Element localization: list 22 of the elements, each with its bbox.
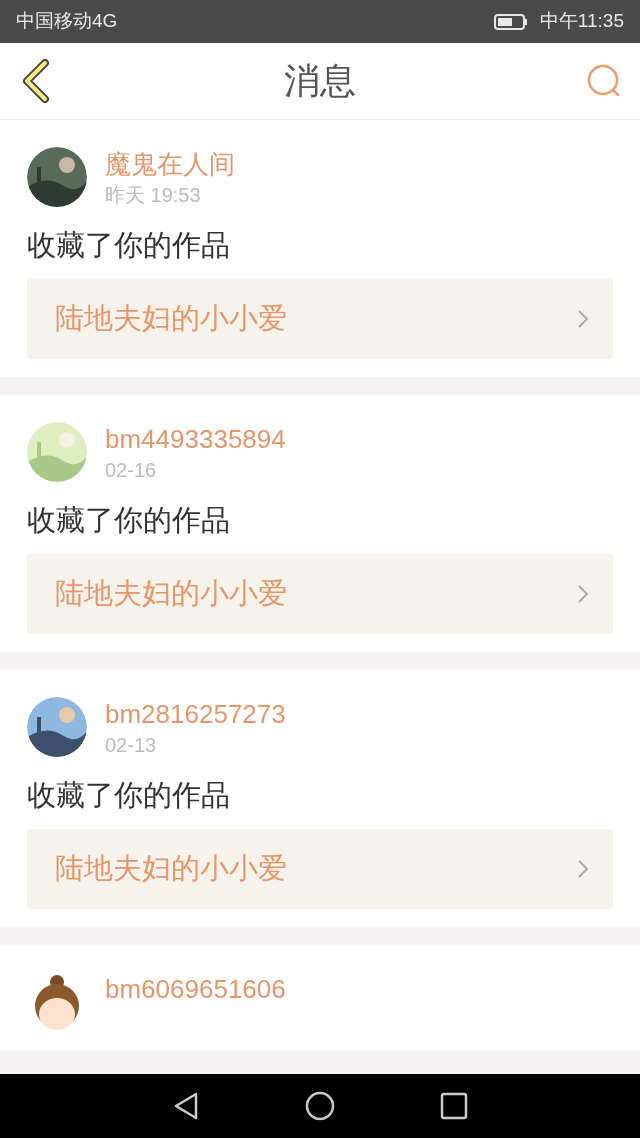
chevron-right-icon [577,584,589,604]
carrier-label: 中国移动4G [16,9,118,34]
user-name[interactable]: bm4493335894 [105,422,286,456]
clock-label: 中午11:35 [539,9,624,34]
user-name[interactable]: 魔鬼在人间 [105,147,235,181]
battery-icon [493,13,528,30]
message-time: 02-13 [105,733,158,758]
recents-nav-button[interactable] [439,1092,468,1120]
work-link[interactable]: 陆地夫妇的小小爱 [27,829,613,909]
chevron-right-icon [577,859,589,879]
work-link[interactable]: 陆地夫妇的小小爱 [27,554,613,634]
user-name[interactable]: bm2816257273 [105,697,286,731]
message-time: 昨天 19:53 [105,183,202,208]
message-text: 收藏了你的作品 [27,228,231,263]
user-name[interactable]: bm6069651606 [105,972,286,1006]
message-time: 02-16 [105,458,158,483]
home-nav-button[interactable] [305,1091,335,1121]
message-text: 收藏了你的作品 [27,778,231,813]
page-title: 消息 [284,59,356,103]
work-link[interactable]: 陆地夫妇的小小爱 [27,279,613,359]
chevron-right-icon [577,309,589,329]
message-text: 收藏了你的作品 [27,503,231,538]
